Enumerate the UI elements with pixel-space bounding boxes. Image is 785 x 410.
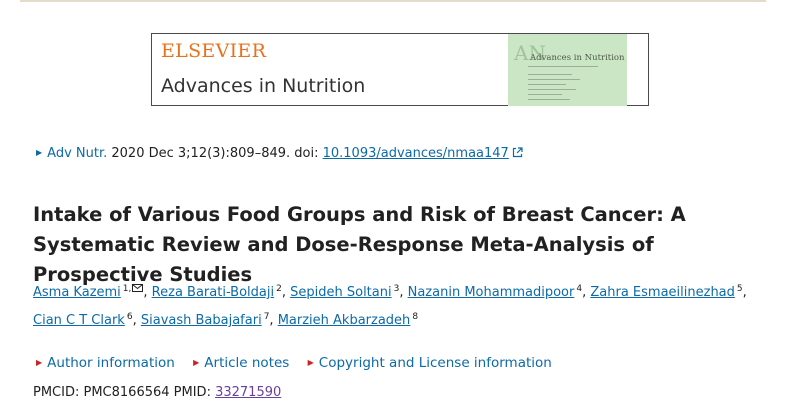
author-link[interactable]: Nazanin Mohammadipoor	[408, 285, 575, 300]
article-notes-toggle[interactable]: Article notes	[204, 355, 289, 371]
publisher-logo: ELSEVIER	[161, 40, 267, 62]
affiliation-number: 4	[576, 284, 583, 294]
article-info-toggles: ▶ Author information ▶ Article notes ▶ Copy…	[36, 355, 566, 371]
author-entry: Siavash Babajafari 7,	[140, 312, 274, 328]
journal-cover-image: AN Advances in Nutrition	[508, 34, 627, 106]
author-entry: Nazanin Mohammadipoor 4,	[407, 284, 587, 300]
expand-triangle-icon[interactable]: ▶	[308, 358, 314, 367]
journal-banner[interactable]: ELSEVIER Advances in Nutrition AN Advanc…	[151, 33, 649, 106]
author-entry: Marzieh Akbarzadeh 8	[278, 312, 419, 328]
journal-name: Advances in Nutrition	[161, 75, 366, 97]
author-link[interactable]: Asma Kazemi	[33, 285, 121, 300]
mail-icon[interactable]	[132, 284, 144, 292]
article-identifiers: PMCID: PMC8166564 PMID: 33271590	[33, 385, 281, 400]
cover-title: Advances in Nutrition	[530, 53, 625, 63]
doi-link[interactable]: 10.1093/advances/nmaa147	[323, 146, 509, 161]
pmid-link[interactable]: 33271590	[215, 385, 281, 400]
top-divider	[20, 0, 766, 2]
author-link[interactable]: Zahra Esmaeilinezhad	[590, 285, 735, 300]
author-link[interactable]: Siavash Babajafari	[141, 313, 262, 328]
author-link[interactable]: Reza Barati-Boldaji	[152, 285, 274, 300]
author-information-toggle[interactable]: Author information	[47, 355, 175, 371]
pmcid-label: PMCID:	[33, 385, 84, 400]
affiliation-number: 6	[126, 312, 133, 322]
copyright-license-toggle[interactable]: Copyright and License information	[319, 355, 552, 371]
author-link[interactable]: Marzieh Akbarzadeh	[278, 313, 411, 328]
author-entry: Reza Barati-Boldaji 2,	[151, 284, 286, 300]
author-entry: Asma Kazemi 1,,	[33, 284, 148, 300]
pmcid-value: PMC8166564	[83, 385, 170, 400]
affiliation-number: 1,	[122, 284, 132, 294]
affiliation-number: 3	[393, 284, 400, 294]
external-link-icon	[512, 147, 523, 158]
author-link[interactable]: Cian C T Clark	[33, 313, 125, 328]
author-list: Asma Kazemi 1,, Reza Barati-Boldaji 2, Sep…	[33, 277, 773, 333]
author-entry: Cian C T Clark 6,	[33, 312, 137, 328]
citation-details: 2020 Dec 3;12(3):809–849. doi:	[111, 146, 323, 161]
affiliation-number: 8	[412, 312, 419, 322]
author-link[interactable]: Sepideh Soltani	[290, 285, 391, 300]
citation-line: ▶ Adv Nutr. 2020 Dec 3;12(3):809–849. doi…	[36, 144, 523, 163]
affiliation-number: 5	[736, 284, 743, 294]
affiliation-number: 7	[263, 312, 270, 322]
expand-triangle-icon[interactable]: ▶	[36, 148, 42, 157]
affiliation-number: 2	[276, 284, 282, 294]
journal-abbrev-link[interactable]: Adv Nutr.	[47, 146, 107, 161]
author-entry: Sepideh Soltani 3,	[290, 284, 404, 300]
expand-triangle-icon[interactable]: ▶	[193, 358, 199, 367]
author-entry: Zahra Esmaeilinezhad 5,	[590, 284, 747, 300]
expand-triangle-icon[interactable]: ▶	[36, 358, 42, 367]
pmid-label: PMID:	[173, 385, 216, 400]
